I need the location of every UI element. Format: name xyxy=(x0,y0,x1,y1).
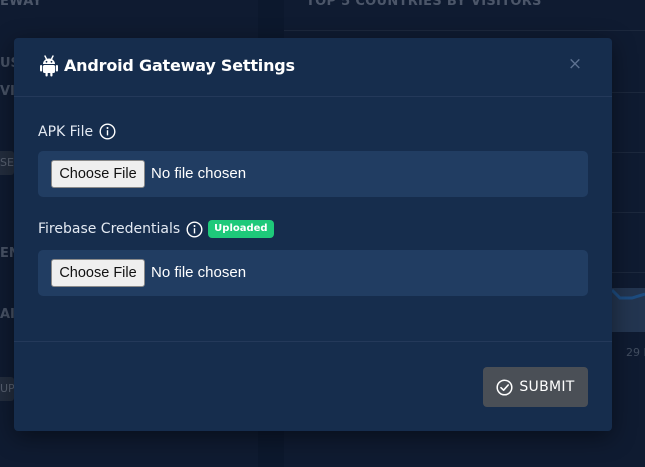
apk-file-label: APK File xyxy=(38,123,116,140)
firebase-credentials-input[interactable]: Choose File No file chosen xyxy=(38,250,588,296)
file-status-text: No file chosen xyxy=(151,264,247,281)
choose-file-button[interactable]: Choose File xyxy=(51,160,145,188)
field-label-text: APK File xyxy=(38,123,94,140)
android-gateway-settings-modal: Android Gateway Settings × APK File Choo… xyxy=(14,38,612,431)
uploaded-badge: Uploaded xyxy=(208,220,274,238)
file-status-text: No file chosen xyxy=(151,165,247,182)
apk-file-input[interactable]: Choose File No file chosen xyxy=(38,151,588,197)
modal-header: Android Gateway Settings × xyxy=(14,38,612,97)
submit-label: SUBMIT xyxy=(519,379,575,395)
close-button[interactable]: × xyxy=(566,54,584,74)
check-circle-icon xyxy=(496,378,513,396)
modal-footer-divider xyxy=(14,341,612,342)
info-icon[interactable] xyxy=(99,123,116,140)
firebase-credentials-label: Firebase Credentials Uploaded xyxy=(38,220,274,238)
submit-button[interactable]: SUBMIT xyxy=(483,367,588,407)
field-label-text: Firebase Credentials xyxy=(38,221,181,237)
info-icon[interactable] xyxy=(186,220,203,238)
modal-title: Android Gateway Settings xyxy=(64,56,295,75)
android-icon xyxy=(40,55,58,77)
choose-file-button[interactable]: Choose File xyxy=(51,259,145,287)
